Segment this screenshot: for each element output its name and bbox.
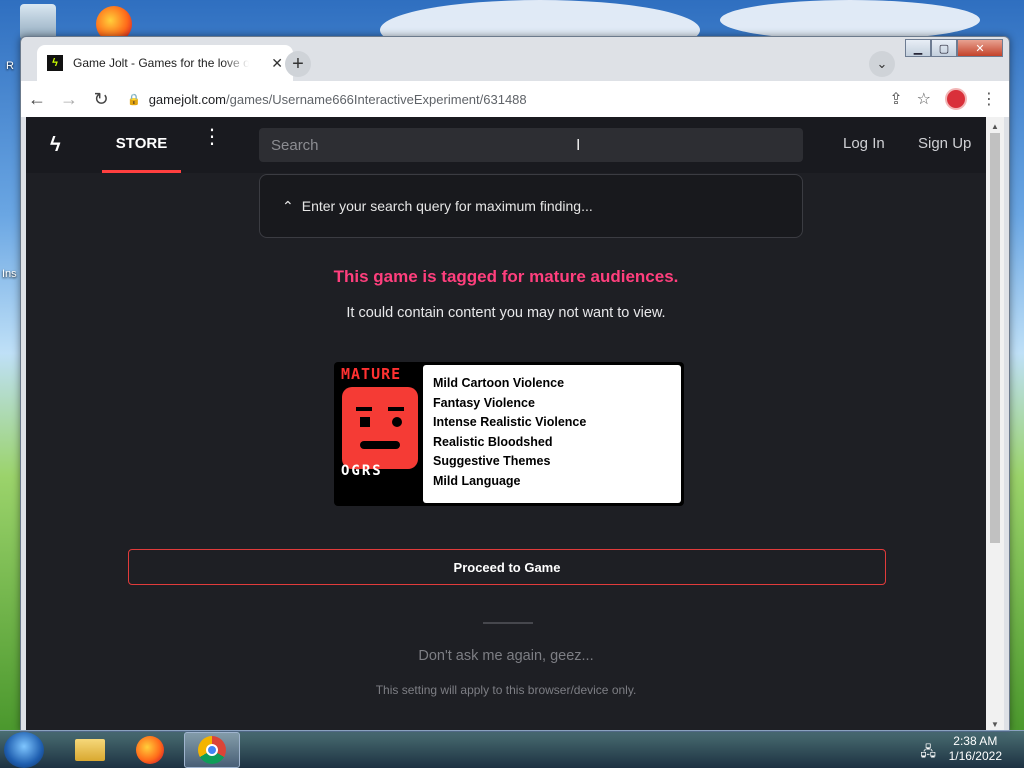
bookmark-star-icon[interactable]: ☆ [917,89,931,109]
tab-close-icon[interactable]: ✕ [271,55,283,72]
toolbar-actions: ⇪ ☆ ⋮ [889,88,1009,110]
caret-up-icon: ⌃ [282,197,294,214]
browser-toolbar: ← → ↻ 🔒 gamejolt.com/games/Username666In… [21,81,1009,117]
content-descriptor-list: Mild Cartoon Violence Fantasy Violence I… [423,365,681,503]
gamejolt-favicon-icon: ϟ [47,55,63,71]
url-host: gamejolt.com [148,91,227,107]
face-mustache [360,441,400,449]
proceed-to-game-button[interactable]: Proceed to Game [128,549,886,585]
rating-face-icon [342,387,418,469]
installer-label: Ins [2,268,17,280]
page-scrollbar[interactable]: ▲ ▼ [986,117,1004,731]
scroll-up-arrow-icon[interactable]: ▲ [986,119,1004,133]
reload-button[interactable]: ↻ [85,85,117,113]
taskbar-chrome[interactable] [184,732,240,768]
search-hint-dropdown: ⌃ Enter your search query for maximum fi… [259,174,803,238]
new-tab-button[interactable]: + [285,51,311,77]
system-clock[interactable]: 2:38 AM 1/16/2022 [949,734,1002,764]
dont-ask-again-link[interactable]: Don't ask me again, geez... [26,648,986,664]
browser-tab[interactable]: ϟ Game Jolt - Games for the love of it ✕ [37,45,293,81]
firefox-icon [136,736,164,764]
rating-logo-bottom: OGRS [341,463,383,479]
content-descriptor: Fantasy Violence [433,395,535,410]
taskbar-explorer[interactable] [62,732,118,768]
face-eye-left [360,417,370,427]
page-viewport: ϟ STORE ⋮ I Log In Sign Up ⌃ Enter your … [26,117,986,731]
share-icon[interactable]: ⇪ [889,89,902,109]
url-path: /games/Username666InteractiveExperiment/… [226,91,527,107]
rating-logo-top: MATURE [341,365,402,383]
search-hint-text: Enter your search query for maximum find… [301,198,593,214]
sky-cloud [720,0,980,40]
content-descriptor: Mild Language [433,473,521,488]
lock-icon[interactable]: 🔒 [127,93,141,106]
browser-window: ▁ ▢ ✕ ϟ Game Jolt - Games for the love o… [20,36,1010,732]
recycle-bin-icon[interactable] [20,4,56,40]
taskbar-firefox[interactable] [122,732,178,768]
section-divider [483,622,533,624]
login-link[interactable]: Log In [843,135,885,152]
content-descriptor: Intense Realistic Violence [433,415,587,429]
more-menu-icon[interactable]: ⋮ [202,127,222,147]
network-icon[interactable]: 🖧 [920,741,936,765]
gamejolt-logo-icon[interactable]: ϟ [50,134,80,157]
search-input[interactable] [259,128,803,162]
back-button[interactable]: ← [21,85,53,113]
folder-icon [75,739,105,761]
forward-button[interactable]: → [53,85,85,113]
recycle-bin-label: R [6,60,14,72]
tab-title: Game Jolt - Games for the love of it [73,56,249,70]
chrome-icon [198,736,226,764]
tab-strip: ϟ Game Jolt - Games for the love of it ✕… [21,37,1009,81]
mature-warning-title: This game is tagged for mature audiences… [333,267,679,286]
signup-link[interactable]: Sign Up [918,135,971,152]
content-descriptor: Suggestive Themes [433,454,551,468]
face-monocle [392,417,402,427]
content-rating-card: MATURE OGRS Mild Cartoon Violence Fantas… [334,362,684,506]
ogrs-rating-logo: MATURE OGRS [337,365,423,503]
setting-scope-note: This setting will apply to this browser/… [375,683,637,697]
mature-warning-subtitle: It could contain content you may not wan… [346,305,666,321]
store-nav-link[interactable]: STORE [102,117,181,173]
tab-search-button[interactable]: ⌄ [869,51,895,77]
clock-date: 1/16/2022 [948,749,1002,763]
text-cursor-icon: I [576,137,581,154]
extension-icon[interactable] [945,88,967,110]
face-brow-left [356,407,372,411]
start-button[interactable] [4,732,44,768]
content-descriptor: Realistic Bloodshed [433,434,553,449]
scroll-down-arrow-icon[interactable]: ▼ [986,717,1004,731]
site-navbar: ϟ STORE ⋮ I Log In Sign Up [26,117,986,173]
clock-time: 2:38 AM [953,734,998,748]
scroll-thumb[interactable] [990,133,1000,543]
browser-menu-icon[interactable]: ⋮ [981,89,997,109]
face-brow-right [388,407,404,411]
content-descriptor: Mild Cartoon Violence [433,376,565,390]
address-bar[interactable]: 🔒 gamejolt.com/games/Username666Interact… [119,85,881,113]
windows-taskbar: 🖧 2:38 AM 1/16/2022 [0,730,1024,768]
